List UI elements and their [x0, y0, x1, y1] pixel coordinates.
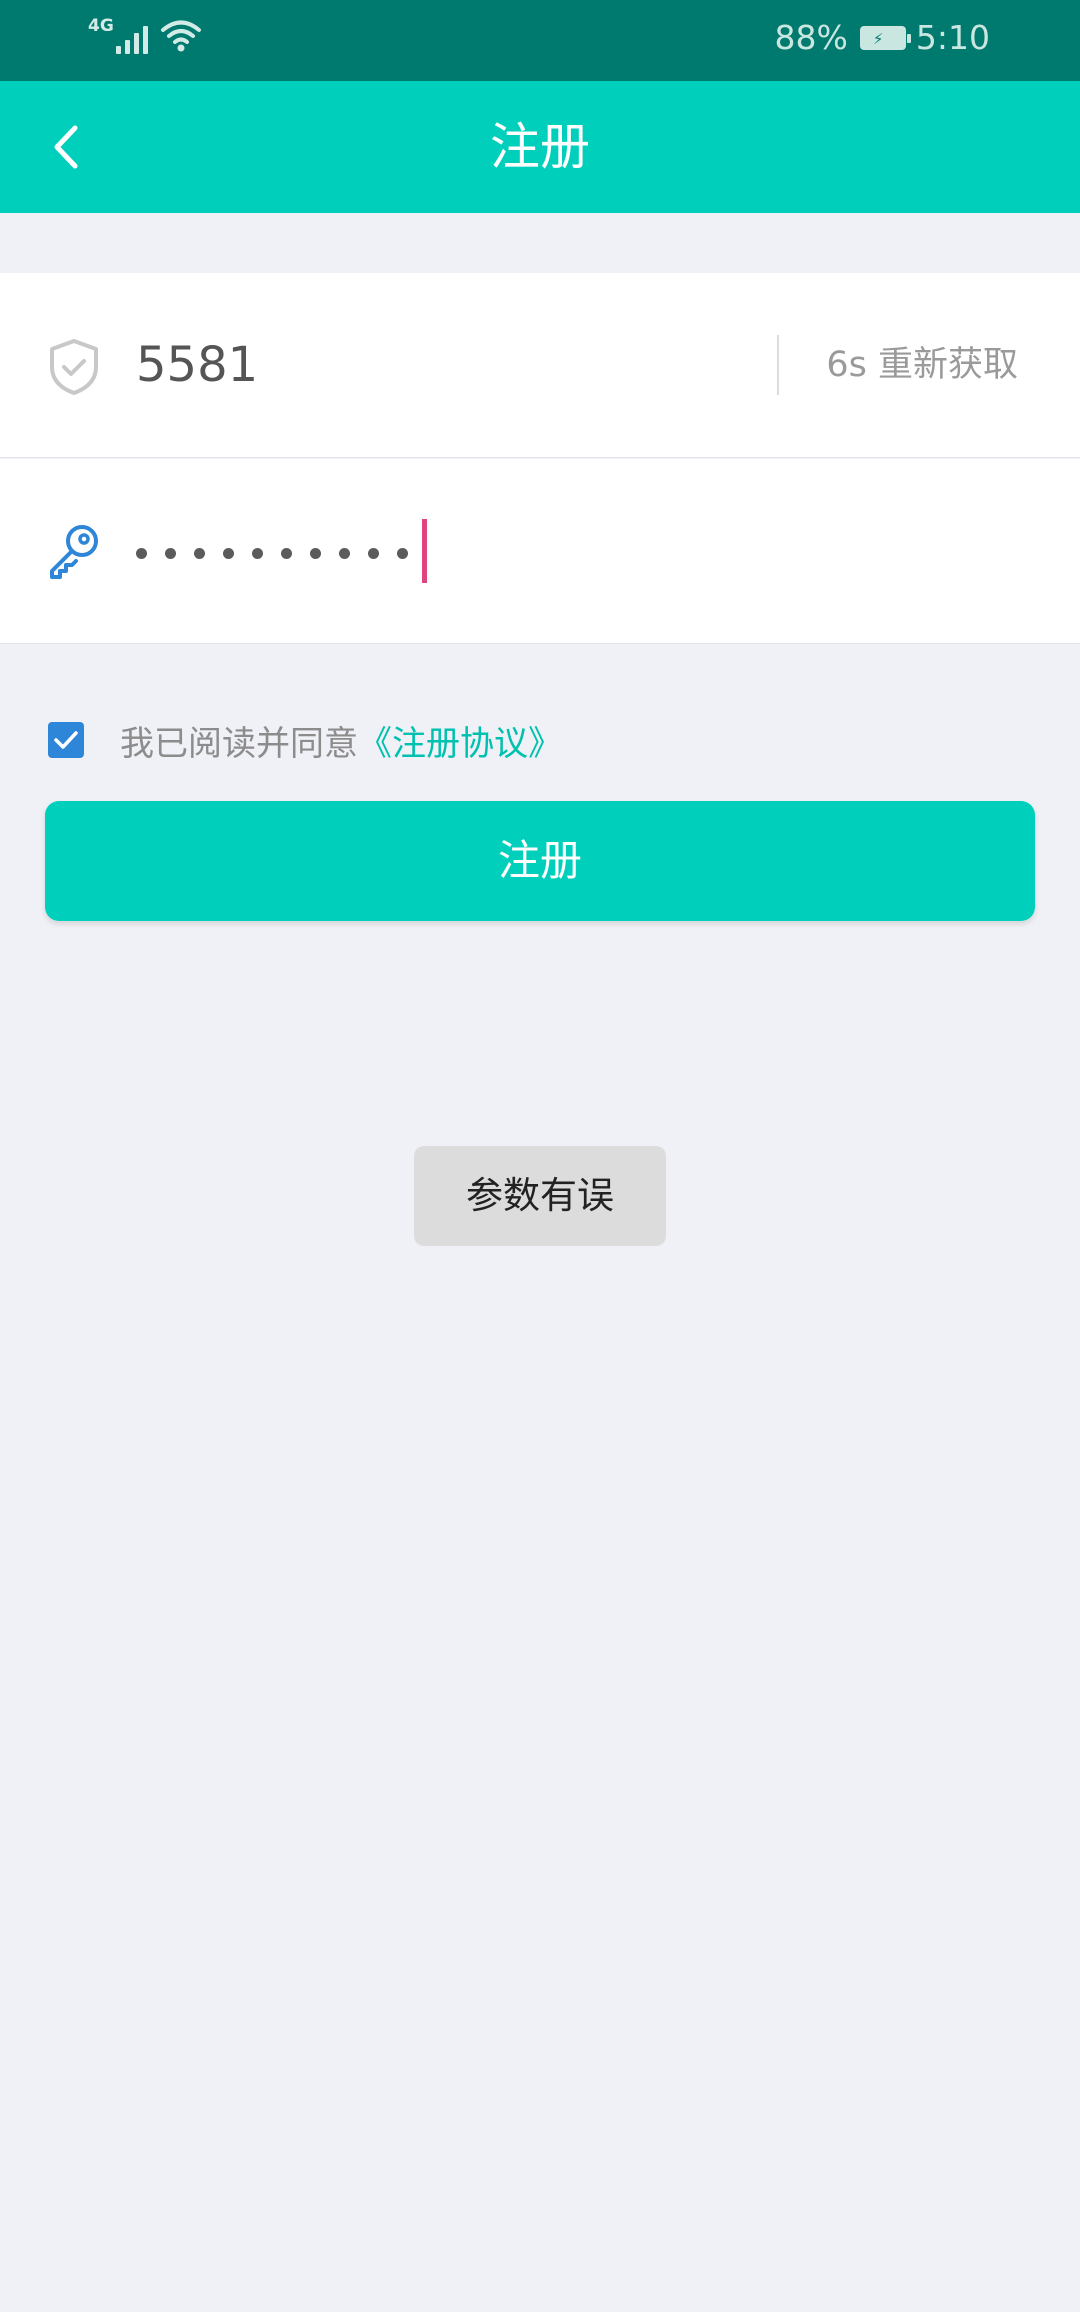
- password-dot: [368, 547, 379, 559]
- password-dot: [339, 547, 350, 559]
- verify-code-input[interactable]: [136, 273, 736, 457]
- battery-percent: 88%: [774, 18, 848, 57]
- shield-check-icon: [50, 339, 98, 395]
- password-mask: [136, 459, 426, 643]
- chevron-left-icon: [54, 125, 78, 169]
- verify-code-row: 6s 重新获取: [0, 273, 1080, 458]
- signal-icon: [115, 18, 148, 54]
- divider: [777, 335, 779, 395]
- status-bar: 4G 88% ⚡ 5:10: [0, 0, 1080, 81]
- app-bar: 注册: [0, 81, 1080, 213]
- toast-message: 参数有误: [414, 1146, 666, 1246]
- agreement-link[interactable]: 《注册协议》: [358, 716, 562, 765]
- status-right: 88% ⚡ 5:10: [775, 18, 990, 57]
- page-title: 注册: [490, 118, 590, 176]
- battery-icon: ⚡: [859, 25, 911, 50]
- check-icon: [54, 731, 78, 749]
- agreement-text: 我已阅读并同意: [120, 723, 358, 764]
- wifi-icon: [160, 20, 201, 52]
- agreement-row: 我已阅读并同意 《注册协议》: [48, 716, 562, 765]
- password-dot: [252, 547, 263, 559]
- back-button[interactable]: [30, 111, 102, 183]
- password-dot: [165, 547, 176, 559]
- password-dot: [136, 547, 147, 559]
- agree-checkbox[interactable]: [48, 722, 84, 758]
- password-dot: [310, 547, 321, 559]
- clock: 5:10: [915, 18, 990, 57]
- password-dot: [281, 547, 292, 559]
- password-dot: [397, 547, 408, 559]
- key-icon: [50, 525, 98, 579]
- password-dot: [194, 547, 205, 559]
- resend-code-button[interactable]: 6s 重新获取: [826, 273, 1018, 457]
- status-left: 4G: [88, 16, 202, 54]
- password-dot: [223, 547, 234, 559]
- text-cursor: [422, 519, 427, 583]
- password-input[interactable]: [136, 459, 936, 643]
- register-button[interactable]: 注册: [45, 801, 1035, 921]
- password-row: [0, 459, 1080, 644]
- network-type: 4G: [88, 16, 114, 36]
